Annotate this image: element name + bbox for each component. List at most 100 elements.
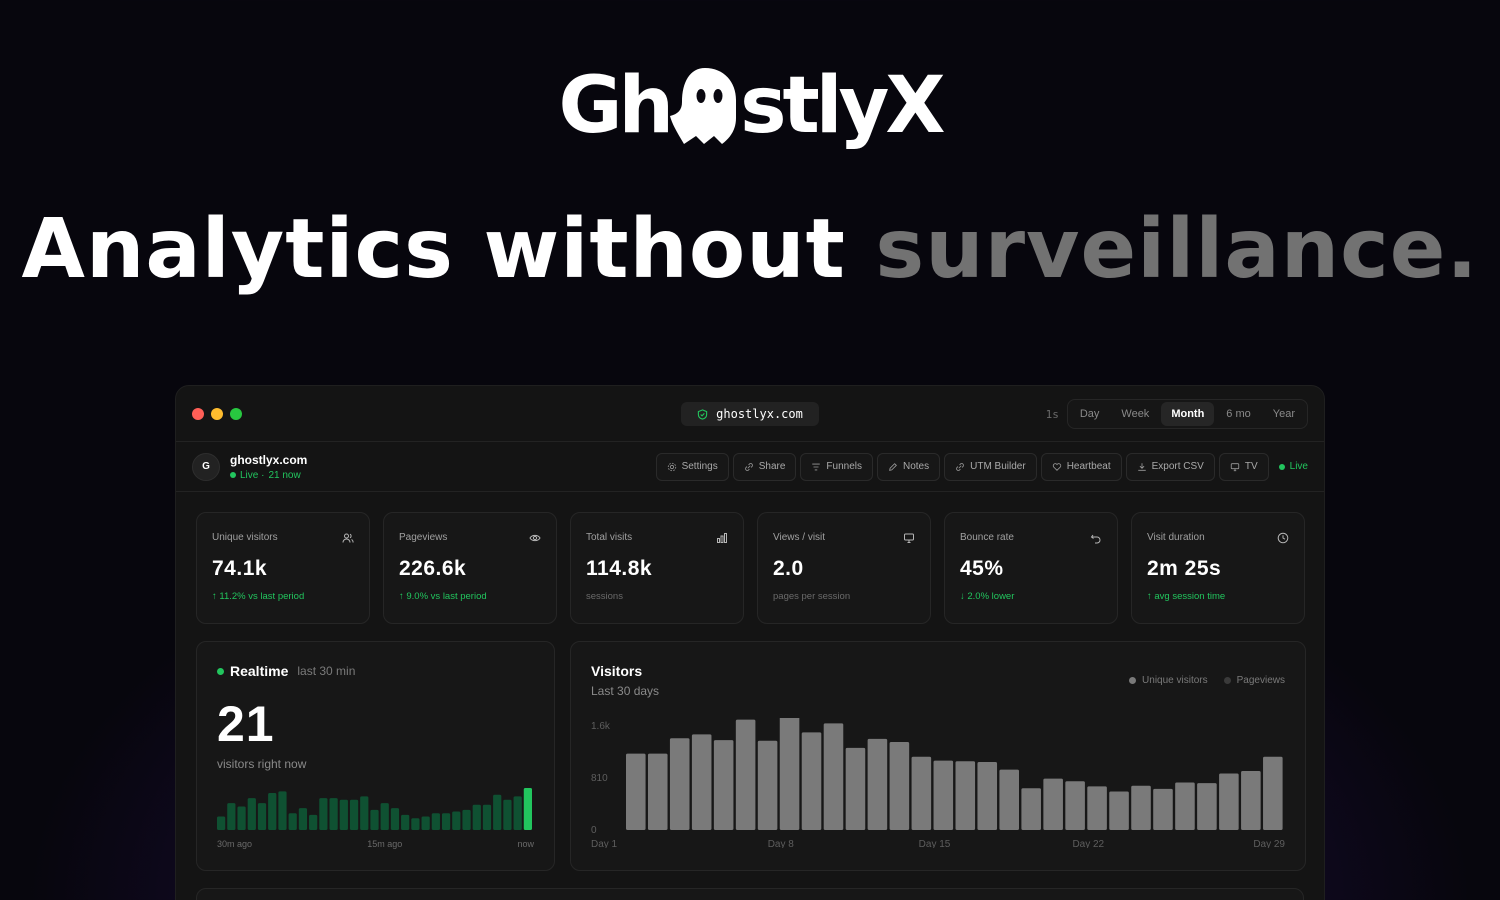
- visitors-bar[interactable]: [1043, 778, 1063, 830]
- visitors-bar[interactable]: [713, 740, 734, 830]
- legend-item[interactable]: Pageviews: [1223, 675, 1285, 686]
- stat-cards: Unique visitors 74.1k ↑ 11.2% vs last peri…: [196, 512, 1305, 624]
- window-titlebar: ghostlyx.com 1s Day Week Month 6 mo Year: [176, 386, 1324, 442]
- visitors-bar[interactable]: [1241, 770, 1261, 830]
- site-name[interactable]: ghostlyx.com: [230, 453, 307, 467]
- site-info: ghostlyx.com Live · 21 now: [230, 453, 307, 481]
- realtime-bar: [513, 796, 522, 830]
- refresh-interval[interactable]: 1s: [1046, 408, 1059, 421]
- range-tab-day[interactable]: Day: [1070, 402, 1110, 426]
- bar-chart-icon: [717, 533, 727, 543]
- visitors-bar[interactable]: [735, 719, 756, 830]
- maximize-dot[interactable]: [230, 407, 242, 420]
- visitors-bar[interactable]: [779, 718, 800, 830]
- realtime-bar: [482, 804, 492, 830]
- visitors-bar[interactable]: [1087, 786, 1107, 830]
- visitors-bar[interactable]: [1153, 788, 1173, 830]
- visitors-panel: Visitors Last 30 days Unique visitors Pag…: [570, 641, 1306, 871]
- visitors-bar[interactable]: [1219, 773, 1239, 830]
- legend-item[interactable]: Unique visitors: [1129, 675, 1208, 686]
- avatar[interactable]: G: [192, 452, 220, 481]
- stat-card-visit-duration[interactable]: Visit duration 2m 25s ↑ avg session time: [1131, 512, 1305, 624]
- range-tab-month[interactable]: Month: [1161, 402, 1215, 426]
- realtime-bar: [523, 788, 532, 830]
- stat-value: 2m 25s: [1147, 557, 1222, 580]
- visitors-bar[interactable]: [669, 738, 690, 830]
- visitors-bar[interactable]: [977, 761, 998, 830]
- close-dot[interactable]: [192, 407, 204, 420]
- range-tab-6-mo[interactable]: 6 mo: [1216, 402, 1260, 426]
- live-indicator[interactable]: Live: [1278, 461, 1308, 472]
- visitors-bar[interactable]: [1065, 781, 1085, 830]
- visitors-bar[interactable]: [801, 732, 822, 830]
- visitors-bar[interactable]: [955, 761, 976, 830]
- realtime-bar: [360, 796, 369, 830]
- undo-icon: [1090, 534, 1101, 544]
- legend-label: Pageviews: [1236, 675, 1285, 686]
- visitors-bar[interactable]: [823, 723, 844, 830]
- button-label: Share: [758, 461, 786, 472]
- visitors-bar[interactable]: [889, 742, 910, 830]
- legend-label: Unique visitors: [1142, 675, 1208, 686]
- brand-name-right: stlyX: [740, 60, 945, 151]
- button-label: Export CSV: [1151, 461, 1204, 472]
- x-tick-label: Day 1: [591, 839, 618, 848]
- heartbeat-button[interactable]: Heartbeat: [1040, 452, 1122, 481]
- range-tab-week[interactable]: Week: [1111, 402, 1159, 426]
- realtime-window: last 30 min: [297, 664, 356, 678]
- visitors-bar[interactable]: [1109, 791, 1129, 830]
- stat-subtext: ↑ 9.0% vs last period: [399, 591, 487, 602]
- export-csv-button[interactable]: Export CSV: [1125, 452, 1215, 481]
- visitors-bar[interactable]: [1263, 756, 1283, 830]
- visitors-bar[interactable]: [1131, 785, 1151, 830]
- visitors-bar[interactable]: [757, 740, 778, 830]
- realtime-bar: [329, 798, 338, 830]
- visitors-bar[interactable]: [845, 747, 866, 830]
- visitors-bar[interactable]: [1197, 783, 1217, 830]
- range-tab-year[interactable]: Year: [1263, 402, 1305, 426]
- minimize-dot[interactable]: [211, 407, 223, 420]
- share-icon: [744, 462, 753, 471]
- realtime-bar: [298, 808, 308, 830]
- stat-label: Unique visitors: [212, 532, 278, 543]
- visitors-bar[interactable]: [647, 753, 668, 830]
- realtime-bar: [278, 791, 287, 830]
- realtime-bar: [257, 803, 267, 830]
- visitors-bar[interactable]: [1021, 788, 1041, 830]
- stat-card-unique-visitors[interactable]: Unique visitors 74.1k ↑ 11.2% vs last peri…: [196, 512, 370, 624]
- window-controls: [192, 407, 242, 420]
- visitors-bar[interactable]: [1175, 782, 1195, 830]
- visitors-bar[interactable]: [911, 756, 932, 830]
- share-button[interactable]: Share: [732, 452, 797, 481]
- realtime-bar: [237, 806, 246, 830]
- stat-card-bounce-rate[interactable]: Bounce rate 45% ↓ 2.0% lower: [944, 512, 1118, 624]
- live-dot-icon: [230, 472, 236, 478]
- shield-icon: [697, 408, 708, 420]
- realtime-bar: [401, 814, 410, 830]
- stat-card-pageviews[interactable]: Pageviews 226.6k ↑ 9.0% vs last period: [383, 512, 557, 624]
- realtime-bar: [472, 804, 481, 830]
- headline: Analytics without surveillance.: [0, 202, 1500, 297]
- link-icon: [956, 462, 964, 471]
- visitors-bar[interactable]: [867, 738, 888, 830]
- stat-card-total-visits[interactable]: Total visits 114.8k sessions: [570, 512, 744, 624]
- stat-label: Total visits: [586, 532, 633, 543]
- notes-button[interactable]: Notes: [876, 452, 941, 481]
- app-window: ghostlyx.com 1s Day Week Month 6 mo Year G g…: [175, 385, 1325, 900]
- monitor-icon: [904, 533, 914, 543]
- x-tick-label: Day 8: [768, 839, 795, 848]
- tv-button[interactable]: TV: [1218, 452, 1269, 481]
- funnels-button[interactable]: Funnels: [800, 452, 873, 481]
- realtime-bar: [411, 818, 420, 830]
- visitors-bar[interactable]: [626, 753, 646, 830]
- visitors-bar[interactable]: [999, 769, 1019, 830]
- settings-button[interactable]: Settings: [655, 452, 729, 481]
- realtime-sparkline: [217, 788, 532, 830]
- utm-builder-button[interactable]: UTM Builder: [944, 452, 1037, 481]
- button-label: Funnels: [826, 461, 862, 472]
- url-bar[interactable]: ghostlyx.com: [681, 402, 819, 426]
- visitors-bar[interactable]: [933, 760, 954, 830]
- visitors-bar[interactable]: [691, 734, 712, 830]
- headline-main: Analytics without: [21, 202, 846, 297]
- stat-card-views-visit[interactable]: Views / visit 2.0 pages per session: [757, 512, 931, 624]
